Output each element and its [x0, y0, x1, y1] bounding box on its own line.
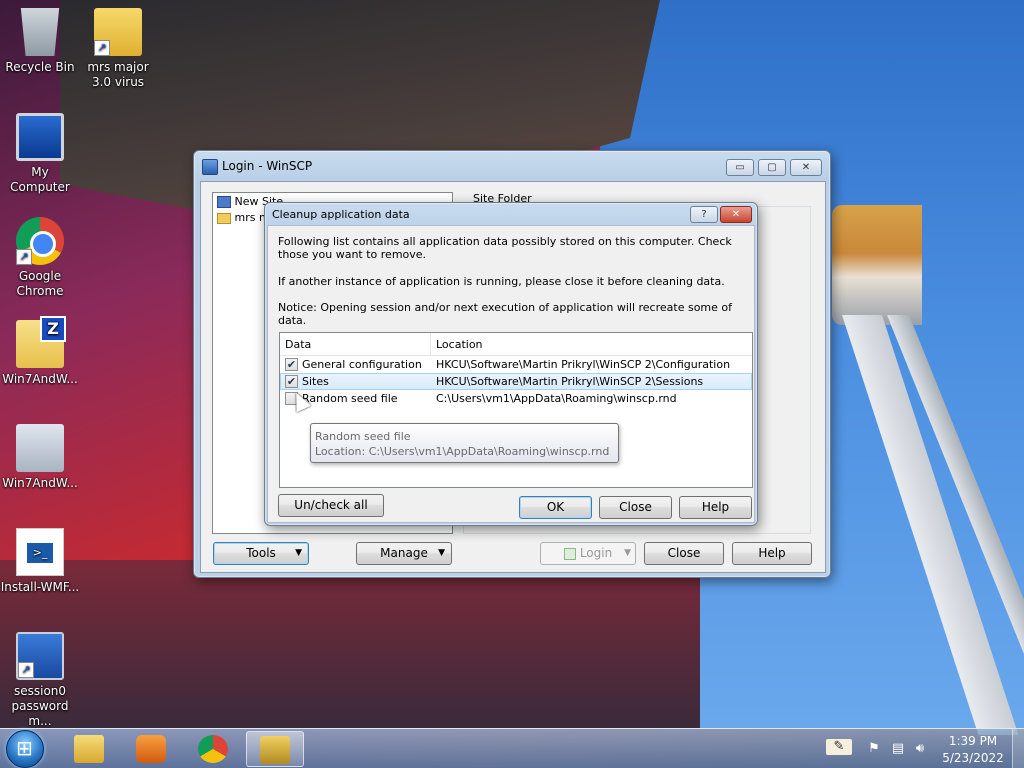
powershell-script-icon	[16, 528, 64, 576]
manage-button-label: Manage	[380, 546, 428, 560]
row-location: HKCU\Software\Martin Prikryl\WinSCP 2\Co…	[436, 358, 731, 371]
desktop-icon-label: Win7AndW...	[2, 476, 78, 490]
winscp-icon	[260, 736, 290, 764]
ok-button[interactable]: OK	[519, 496, 592, 519]
row-location: C:\Users\vm1\AppData\Roaming\winscp.rnd	[436, 392, 677, 405]
dialog-notice: Notice: Opening session and/or next exec…	[278, 301, 733, 327]
desktop-icon-google-chrome[interactable]: Google Chrome	[0, 217, 80, 299]
taskbar-item-media-player[interactable]	[122, 731, 180, 767]
clock-time[interactable]: 1:39 PM	[938, 734, 1008, 748]
close-window-button[interactable]: ✕	[790, 159, 822, 176]
winscp-icon	[202, 159, 218, 175]
installer-icon	[16, 424, 64, 472]
manage-button[interactable]: Manage ▼	[356, 542, 452, 565]
cleanup-dialog: Cleanup application data ? ✕ Following l…	[264, 202, 758, 526]
list-header: Data Location	[280, 333, 752, 356]
checkbox[interactable]: ✔	[285, 358, 298, 371]
desktop-icon-label: Google Chrome	[16, 269, 64, 298]
volume-icon[interactable]: 🔊︎	[912, 741, 928, 757]
desktop-icon-label: My Computer	[10, 165, 70, 194]
dropdown-arrow-icon: ▼	[438, 548, 445, 558]
desktop-icon-my-computer[interactable]: My Computer	[0, 113, 80, 195]
window-titlebar[interactable]: Login - WinSCP ▭ ▢ ✕	[194, 151, 830, 181]
dialog-titlebar[interactable]: Cleanup application data ? ✕	[265, 203, 757, 227]
wallpaper-ground	[0, 560, 700, 728]
recycle-bin-icon	[20, 8, 60, 56]
desktop-icon-recycle-bin[interactable]: Recycle Bin	[0, 8, 80, 75]
column-header-location[interactable]: Location	[436, 338, 483, 351]
login-button[interactable]: Login ▼	[540, 542, 636, 565]
tools-button-label: Tools	[246, 546, 276, 560]
desktop-icon-win7andw-setup[interactable]: Win7AndW...	[0, 424, 80, 491]
login-icon	[563, 547, 576, 560]
folder-icon	[94, 8, 142, 56]
show-desktop-button[interactable]	[1012, 729, 1024, 768]
network-computer-icon	[16, 632, 64, 680]
desktop-icon-session0[interactable]: session0 password m...	[0, 632, 80, 729]
column-divider[interactable]	[430, 333, 431, 356]
computer-icon	[16, 113, 64, 161]
dropdown-arrow-icon: ▼	[624, 548, 631, 558]
help-button[interactable]: Help	[732, 542, 812, 565]
tools-button[interactable]: Tools ▼	[213, 542, 309, 565]
list-item[interactable]: Random seed file C:\Users\vm1\AppData\Ro…	[280, 390, 752, 407]
minimize-button[interactable]: ▭	[726, 159, 754, 176]
checkbox[interactable]: ✔	[285, 375, 298, 388]
maximize-button[interactable]: ▢	[758, 159, 786, 176]
tower-disc	[832, 205, 922, 325]
folder-icon	[74, 735, 104, 763]
media-player-icon	[136, 735, 166, 763]
action-center-icon[interactable]: ✎	[826, 739, 852, 755]
desktop-icon-win7andw-zip[interactable]: Win7AndW...	[0, 316, 80, 387]
dialog-close-button[interactable]: Close	[599, 496, 672, 519]
dialog-instance-warning: If another instance of application is ru…	[278, 275, 725, 288]
start-button[interactable]	[6, 730, 44, 768]
tree-item-site[interactable]: mrs m	[217, 211, 270, 227]
tooltip-location: Location: C:\Users\vm1\AppData\Roaming\w…	[315, 445, 610, 458]
window-title: Login - WinSCP	[222, 159, 313, 173]
dialog-description: Following list contains all application …	[278, 235, 732, 261]
column-header-data[interactable]: Data	[285, 338, 311, 351]
tooltip-title: Random seed file	[315, 430, 411, 443]
row-data-name: General configuration	[302, 358, 422, 371]
data-list[interactable]: Data Location ✔ General configuration HK…	[279, 332, 753, 488]
clock-date[interactable]: 5/23/2022	[938, 751, 1008, 765]
list-item[interactable]: ✔ General configuration HKCU\Software\Ma…	[280, 356, 752, 373]
row-location: HKCU\Software\Martin Prikryl\WinSCP 2\Se…	[436, 375, 704, 388]
desktop-icon-label: Recycle Bin	[5, 60, 75, 74]
help-caption-button[interactable]: ?	[690, 206, 718, 223]
list-item[interactable]: ✔ Sites HKCU\Software\Martin Prikryl\Win…	[280, 373, 752, 390]
close-dialog-button[interactable]: ✕	[720, 206, 752, 223]
desktop-icon-label: Win7AndW...	[2, 372, 78, 386]
taskbar-item-winscp[interactable]	[246, 731, 304, 767]
dialog-help-button[interactable]: Help	[679, 496, 752, 519]
login-button-label: Login	[579, 546, 613, 560]
folder-icon	[217, 212, 231, 224]
dropdown-arrow-icon: ▼	[295, 548, 302, 558]
dialog-title: Cleanup application data	[272, 208, 410, 221]
new-site-icon	[217, 196, 231, 208]
wallpaper-tower	[832, 205, 1024, 735]
dialog-body: Following list contains all application …	[267, 225, 755, 523]
row-data-name: Random seed file	[302, 392, 398, 405]
uncheck-all-button[interactable]: Un/check all	[278, 494, 384, 517]
chrome-icon	[198, 735, 228, 763]
tooltip: Random seed file Location: C:\Users\vm1\…	[310, 423, 619, 463]
desktop-icon-label: mrs major 3.0 virus	[87, 60, 149, 89]
desktop-icon-label: Install-WMF...	[0, 580, 80, 594]
taskbar-item-chrome[interactable]	[184, 731, 242, 767]
flag-icon[interactable]: ⚑	[866, 741, 882, 757]
taskbar-item-explorer[interactable]	[60, 731, 118, 767]
chrome-icon	[16, 217, 64, 265]
taskbar: ✎ ⚑ ▤ 🔊︎ 1:39 PM 5/23/2022	[0, 728, 1024, 768]
desktop-icon-install-wmf[interactable]: Install-WMF...	[0, 528, 80, 595]
desktop-icon-mrs-major[interactable]: mrs major 3.0 virus	[78, 8, 158, 90]
row-data-name: Sites	[302, 375, 329, 388]
network-icon[interactable]: ▤	[890, 741, 906, 757]
close-button[interactable]: Close	[644, 542, 724, 565]
desktop-icon-label: session0 password m...	[11, 684, 69, 728]
zip-archive-icon	[16, 316, 66, 368]
